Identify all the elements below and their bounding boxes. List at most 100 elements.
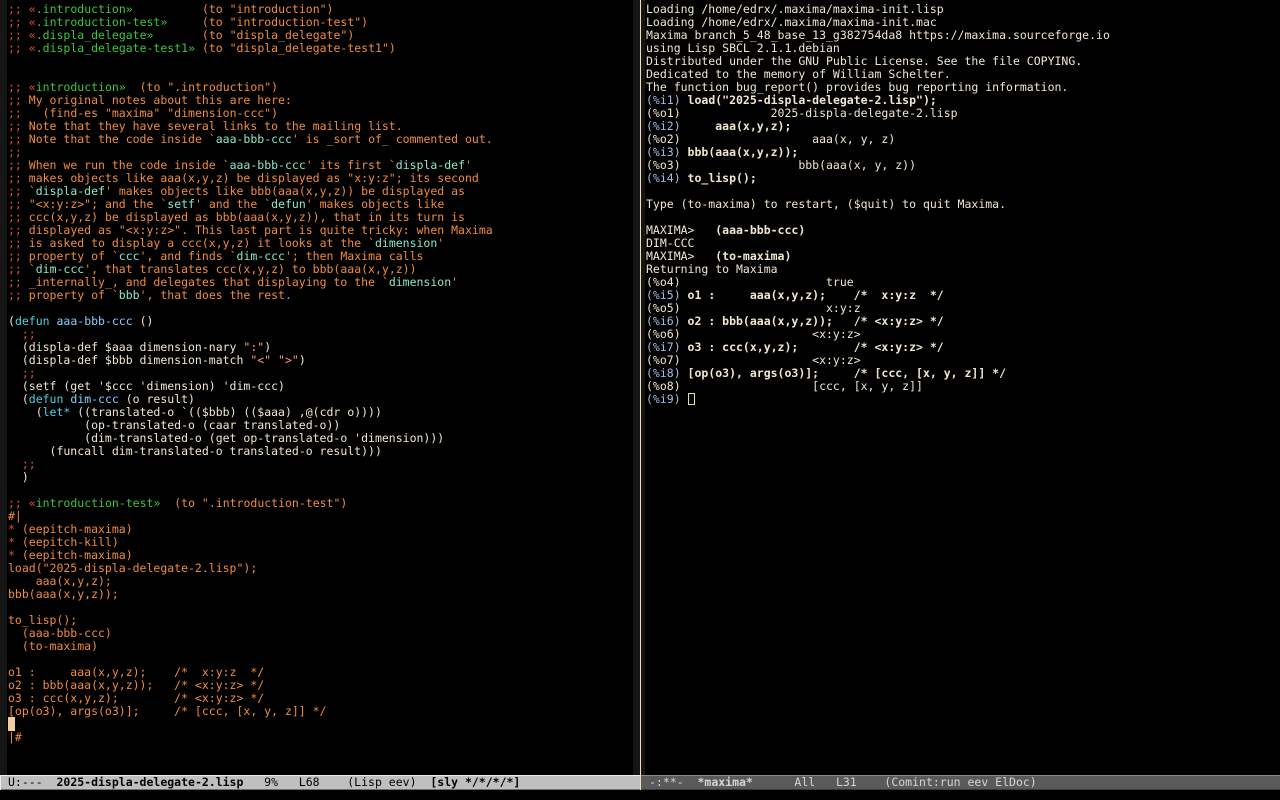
text-segment: *: [8, 522, 15, 536]
text-segment: ;;: [8, 184, 22, 198]
text-segment: "<x:y:z>"; and the `: [22, 197, 167, 211]
text-segment: ', and finds `: [140, 249, 237, 263]
text-segment: (to "displa_delegate"): [202, 28, 354, 42]
mode-line-segment: All L31 (Comint:run eev ElDoc): [753, 775, 1037, 789]
text-segment: ;;: [22, 327, 36, 341]
text-segment: *: [8, 535, 15, 549]
text-segment: ;;: [8, 158, 22, 172]
buffer-line: ;; Note that the code inside `aaa-bbb-cc…: [8, 133, 633, 146]
text-segment: is asked to display a ccc(x,y,z) it look…: [22, 236, 375, 250]
text-segment: .displa_delegate-test1: [36, 41, 188, 55]
buffer-line: (aaa-bbb-ccc): [8, 627, 633, 640]
text-segment: ' and the `: [195, 197, 271, 211]
text-segment: ":": [243, 340, 264, 354]
text-segment: (eepitch-kill): [15, 535, 119, 549]
text-segment: (%o3) bbb(aaa(x, y, z)): [646, 158, 916, 172]
text-segment: ;;: [8, 171, 22, 185]
text-segment: [50, 314, 57, 328]
text-segment: (%o6) <x:y:z>: [646, 327, 861, 341]
text-segment: dim-ccc: [237, 249, 285, 263]
text-segment: bbb: [119, 288, 140, 302]
text-segment: [271, 353, 278, 367]
text-segment: '; then Maxima calls: [285, 249, 423, 263]
mode-line-left[interactable]: U:--- 2025-displa-delegate-2.lisp 9% L68…: [0, 775, 640, 790]
text-segment: (%i1): [646, 93, 688, 107]
text-segment: (%o1) 2025-displa-delegate-2.lisp: [646, 106, 958, 120]
text-segment: «: [29, 15, 36, 29]
text-segment: ;;: [8, 80, 22, 94]
buffer-line: (displa-def $bbb dimension-match "<" ">"…: [8, 354, 633, 367]
text-segment: ;;: [8, 2, 22, 16]
text-segment: aaa-bbb-ccc: [216, 132, 292, 146]
text-segment: (displa-def $bbb dimension-match: [8, 353, 250, 367]
text-segment: (%i7): [646, 340, 688, 354]
text-segment: let*: [43, 405, 71, 419]
text-segment: ;;: [8, 93, 22, 107]
text-segment: ;;: [8, 197, 22, 211]
text-segment: (to ".introduction-test"): [174, 496, 347, 510]
emacs-frame: ;; «.introduction» (to "introduction");;…: [0, 0, 1280, 800]
text-segment: (op-translated-o (caar translated-o)): [8, 418, 340, 432]
text-segment: ccc: [119, 249, 140, 263]
text-segment: (setf (get '$ccc 'dimension) 'dim-ccc): [8, 379, 285, 393]
text-segment: Note that they have several links to the…: [22, 119, 403, 133]
text-segment: o1 : aaa(x,y,z); /* x:y:z */: [8, 665, 264, 679]
text-segment: introduction-test: [36, 496, 154, 510]
text-segment: ' makes objects like bbb(aaa(x,y,z)) be …: [105, 184, 465, 198]
text-segment: ;;: [22, 366, 36, 380]
windows-row: ;; «.introduction» (to "introduction");;…: [0, 0, 1280, 790]
maxima-buffer-text[interactable]: Loading /home/edrx/.maxima/maxima-init.l…: [645, 0, 1280, 775]
window-maxima-buffer: Loading /home/edrx/.maxima/maxima-init.l…: [641, 0, 1280, 790]
text-segment: (to "displa_delegate-test1"): [202, 41, 396, 55]
text-segment: »: [188, 41, 195, 55]
text-segment: displa-def: [36, 184, 105, 198]
text-segment: ;;: [8, 210, 22, 224]
text-segment: ;;: [8, 236, 22, 250]
echo-area[interactable]: [0, 790, 1280, 800]
text-segment: (: [8, 392, 29, 406]
text-segment: [126, 80, 140, 94]
text-segment: .introduction: [36, 2, 126, 16]
text-segment: ': [451, 275, 458, 289]
buffer-line: ): [8, 471, 633, 484]
text-segment: _internally_, and delegates that display…: [22, 275, 389, 289]
text-segment: (find-es "maxima" "dimension-ccc"): [22, 106, 278, 120]
text-segment: o1 : aaa(x,y,z); /* x:y:z */: [688, 288, 944, 302]
text-segment: «: [29, 41, 36, 55]
text-segment: (%i8): [646, 366, 688, 380]
text-segment: load("2025-displa-delegate-2.lisp");: [8, 561, 257, 575]
mode-line-segment: [sly */*/*/*]: [430, 775, 520, 789]
text-segment: (dim-translated-o (get op-translated-o '…: [8, 431, 444, 445]
text-segment: to_lisp();: [688, 171, 757, 185]
text-segment: [153, 28, 201, 42]
text-segment: o2 : bbb(aaa(x,y,z)); /* <x:y:z> */: [8, 678, 264, 692]
text-cursor-active: [8, 717, 15, 731]
text-segment: ">": [278, 353, 299, 367]
text-segment: dim-ccc: [70, 392, 118, 406]
lisp-buffer-text[interactable]: ;; «.introduction» (to "introduction");;…: [7, 0, 633, 775]
text-segment: ;;: [8, 145, 22, 159]
text-segment: to_lisp();: [8, 613, 77, 627]
text-cursor-inactive: [688, 393, 695, 405]
buffer-line: [op(o3), args(o3)]; /* [ccc, [x, y, z]] …: [8, 705, 633, 718]
text-segment: (funcall dim-translated-o translated-o r…: [8, 444, 382, 458]
text-segment: ): [299, 353, 306, 367]
text-segment: ;;: [22, 457, 36, 471]
text-segment: (: [8, 405, 43, 419]
text-segment: .introduction-test: [36, 15, 161, 29]
text-segment: MAXIMA>: [646, 223, 701, 237]
text-segment: «: [29, 2, 36, 16]
mode-line-segment: 2025-displa-delegate-2.lisp: [56, 775, 243, 789]
mode-line-right[interactable]: -:**- *maxima* All L31 (Comint:run eev E…: [641, 775, 1280, 790]
text-segment: displa-def: [396, 158, 465, 172]
window-lisp-buffer: ;; «.introduction» (to "introduction");;…: [0, 0, 640, 790]
text-segment: (to ".introduction"): [140, 80, 278, 94]
mode-line-segment: -:**-: [649, 775, 697, 789]
text-segment: ccc(x,y,z) be displayed as bbb(aaa(x,y,z…: [22, 210, 465, 224]
text-segment: property of `: [22, 249, 119, 263]
text-segment: (displa-def $aaa dimension-nary: [8, 340, 243, 354]
text-segment: ;;: [8, 496, 22, 510]
buffer-line: MAXIMA> (aaa-bbb-ccc): [646, 224, 1280, 237]
text-segment: Loading /home/edrx/.maxima/maxima-init.l…: [646, 2, 944, 16]
text-segment: Distributed under the GNU Public License…: [646, 54, 1082, 68]
